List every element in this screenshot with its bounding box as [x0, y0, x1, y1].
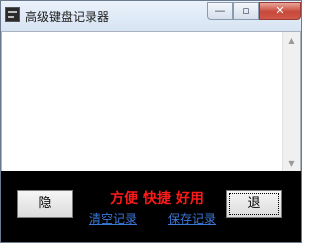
- title-bar[interactable]: 高级键盘记录器 — ▫ ✕: [1, 1, 301, 31]
- scroll-up-icon[interactable]: ▲: [283, 32, 300, 49]
- close-button[interactable]: ✕: [259, 2, 301, 20]
- maximize-button[interactable]: ▫: [233, 2, 259, 20]
- exit-button[interactable]: 退: [226, 190, 282, 218]
- minimize-button[interactable]: —: [207, 2, 233, 20]
- keyboard-app-icon[interactable]: [5, 7, 20, 22]
- window-title: 高级键盘记录器: [25, 10, 110, 24]
- vertical-scrollbar[interactable]: ▲ ▼: [282, 32, 300, 172]
- scroll-down-icon[interactable]: ▼: [283, 155, 300, 172]
- bottom-panel: 隐 方便 快捷 好用 清空记录 保存记录 退: [1, 171, 301, 242]
- clear-log-link[interactable]: 清空记录: [89, 210, 137, 227]
- save-log-link[interactable]: 保存记录: [168, 210, 216, 227]
- log-textarea[interactable]: ▲ ▼: [1, 31, 301, 173]
- hide-button[interactable]: 隐: [17, 190, 73, 218]
- slogan-text: 方便 快捷 好用: [110, 191, 204, 207]
